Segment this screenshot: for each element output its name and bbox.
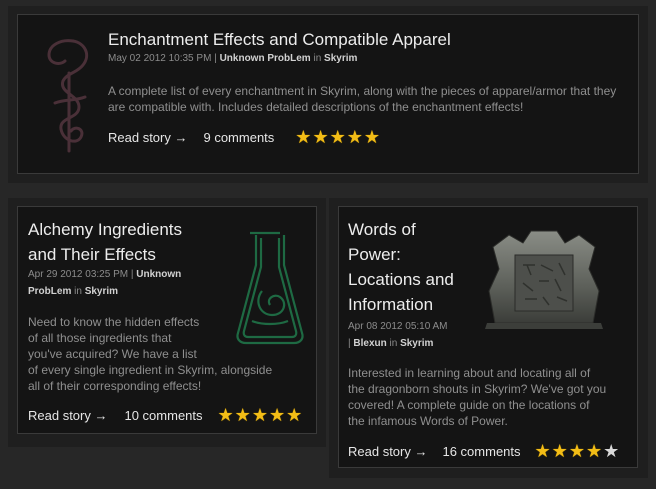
story-description: Interested in learning about and locatin…: [348, 366, 607, 428]
story-footer: Read story → 10 comments ★ ★ ★ ★ ★: [28, 406, 302, 424]
star-filled-icon: ★: [295, 127, 312, 147]
author-link[interactable]: Unknown ProbLem: [220, 53, 311, 64]
author-link[interactable]: Blexun: [353, 338, 386, 349]
comments-link[interactable]: 16 comments: [442, 444, 520, 459]
story-title[interactable]: Alchemy Ingredients and Their Effects: [28, 217, 182, 267]
star-filled-icon: ★: [234, 405, 251, 425]
story-card-words-of-power: Words of Power: Locations and Informatio…: [338, 206, 638, 468]
star-filled-icon: ★: [286, 405, 303, 425]
category-link[interactable]: Skyrim: [85, 286, 118, 297]
story-card-alchemy: Alchemy Ingredients and Their Effects Ap…: [17, 206, 317, 434]
story-date: Apr 29 2012 03:25 PM: [28, 269, 129, 280]
author-link[interactable]: Unknown: [136, 269, 181, 280]
star-empty-icon: ★: [603, 441, 620, 461]
star-filled-icon: ★: [551, 441, 568, 461]
story-meta: Apr 29 2012 03:25 PM | Unknown ProbLem i…: [28, 269, 182, 297]
story-title[interactable]: Enchantment Effects and Compatible Appar…: [108, 27, 451, 52]
story-meta: May 02 2012 10:35 PM | Unknown ProbLem i…: [108, 53, 358, 64]
read-story-link[interactable]: Read story →: [108, 130, 187, 145]
read-story-link[interactable]: Read story →: [348, 444, 427, 459]
star-filled-icon: ★: [312, 127, 329, 147]
read-story-link[interactable]: Read story →: [28, 408, 107, 423]
star-filled-icon: ★: [217, 405, 234, 425]
category-link[interactable]: Skyrim: [400, 338, 433, 349]
star-filled-icon: ★: [251, 405, 268, 425]
story-meta: Apr 08 2012 05:10 AM | Blexun in Skyrim: [348, 321, 448, 349]
story-title[interactable]: Words of Power: Locations and Informatio…: [348, 217, 454, 317]
story-card-enchantment: Enchantment Effects and Compatible Appar…: [17, 14, 639, 174]
word-wall-icon: [485, 230, 603, 329]
rating-stars: ★ ★ ★ ★ ★: [295, 128, 380, 146]
comments-link[interactable]: 10 comments: [124, 408, 202, 423]
author-link-cont[interactable]: ProbLem: [28, 286, 71, 297]
story-date: Apr 08 2012 05:10 AM: [348, 321, 448, 332]
story-description: A complete list of every enchantment in …: [108, 84, 617, 114]
rune-d-icon: [47, 39, 89, 153]
story-description: Need to know the hidden effects of all t…: [28, 315, 273, 393]
star-filled-icon: ★: [329, 127, 346, 147]
star-filled-icon: ★: [346, 127, 363, 147]
category-link[interactable]: Skyrim: [324, 53, 357, 64]
story-footer: Read story → 9 comments ★ ★ ★ ★ ★: [108, 128, 380, 146]
story-footer: Read story → 16 comments ★ ★ ★ ★ ★: [348, 442, 619, 460]
star-filled-icon: ★: [534, 441, 551, 461]
star-filled-icon: ★: [363, 127, 380, 147]
star-filled-icon: ★: [585, 441, 603, 461]
story-date: May 02 2012 10:35 PM: [108, 53, 212, 64]
comments-link[interactable]: 9 comments: [203, 130, 274, 145]
rating-stars: ★ ★ ★ ★ ★: [535, 442, 620, 460]
star-filled-icon: ★: [268, 405, 286, 425]
star-filled-icon: ★: [568, 441, 585, 461]
rating-stars: ★ ★ ★ ★ ★: [218, 406, 303, 424]
